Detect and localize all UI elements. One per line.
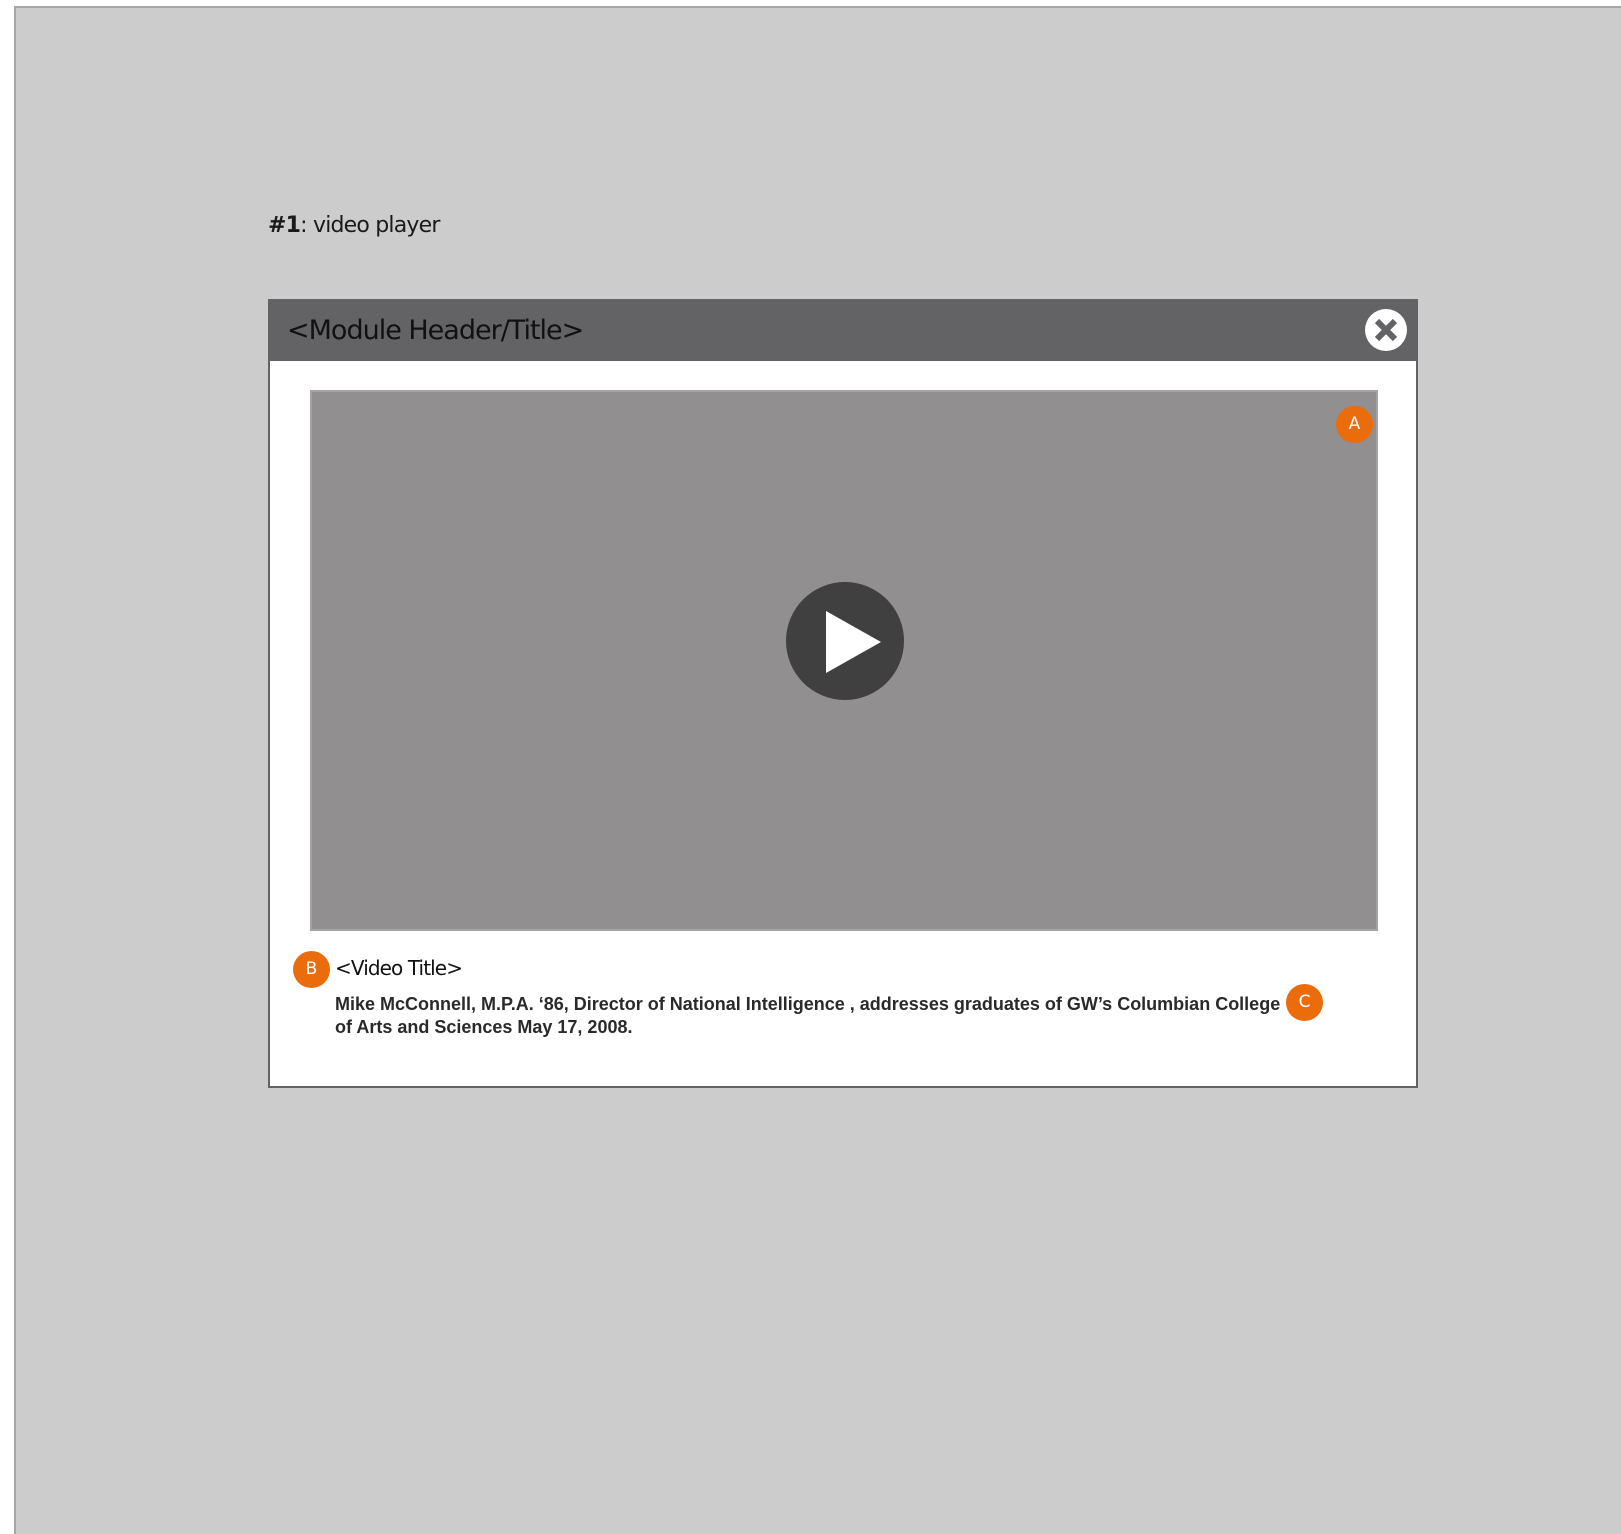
section-separator: : bbox=[300, 213, 307, 238]
play-icon bbox=[826, 611, 881, 673]
video-description: Mike McConnell, M.P.A. ‘86, Director of … bbox=[335, 994, 1281, 1037]
video-title: <Video Title> bbox=[335, 956, 463, 980]
close-button[interactable] bbox=[1365, 309, 1407, 351]
section-number: #1 bbox=[268, 213, 301, 238]
module-header: <Module Header/Title> bbox=[270, 301, 1416, 361]
annotation-marker-b: B bbox=[293, 951, 330, 988]
annotation-marker-c: C bbox=[1286, 984, 1323, 1021]
wireframe-canvas: #1: video player <Module Header/Title> A… bbox=[14, 6, 1621, 1534]
close-icon bbox=[1366, 310, 1406, 350]
section-name: video player bbox=[312, 213, 440, 238]
section-label: #1: video player bbox=[268, 213, 440, 238]
annotation-marker-a: A bbox=[1336, 406, 1373, 443]
play-button[interactable] bbox=[786, 582, 904, 700]
module-title: <Module Header/Title> bbox=[287, 315, 584, 346]
video-player[interactable]: A bbox=[310, 390, 1378, 931]
video-module: <Module Header/Title> A B <Video Title> … bbox=[268, 299, 1418, 1088]
